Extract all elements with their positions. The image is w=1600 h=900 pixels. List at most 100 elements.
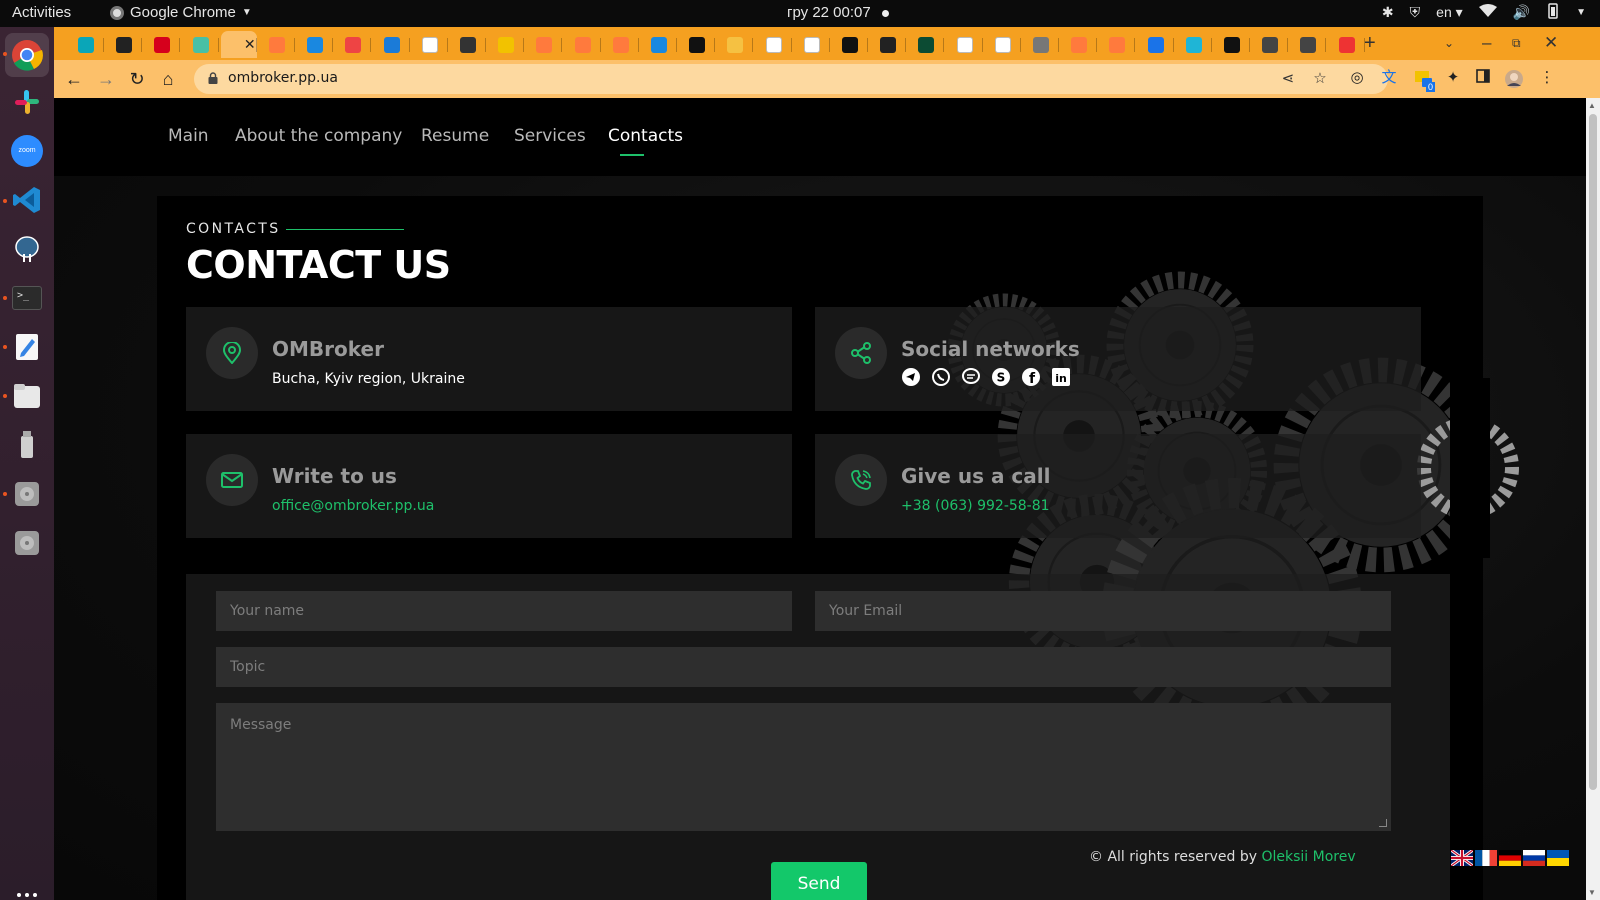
dock-disk-1[interactable] <box>9 476 45 512</box>
dock-text-editor[interactable] <box>9 329 45 365</box>
browser-tab[interactable] <box>1329 31 1365 58</box>
scroll-down-arrow-icon[interactable]: ▼ <box>1588 888 1596 897</box>
slack-tray-icon[interactable]: ✱ <box>1382 4 1394 21</box>
browser-tab[interactable] <box>565 31 601 58</box>
skype-icon[interactable]: S <box>991 367 1011 387</box>
browser-tab[interactable] <box>1023 31 1059 58</box>
linkedin-icon[interactable]: in <box>1051 367 1071 387</box>
ukraine-flag-icon[interactable] <box>1547 850 1569 866</box>
browser-tab[interactable] <box>297 31 334 58</box>
browser-tab[interactable] <box>1099 31 1136 58</box>
google-translate-icon[interactable]: 文 <box>1380 69 1398 87</box>
volume-icon[interactable]: 🔊 <box>1513 4 1530 21</box>
browser-tab[interactable] <box>947 31 983 58</box>
uk-flag-icon[interactable] <box>1451 850 1473 866</box>
browser-tab[interactable] <box>1214 31 1250 58</box>
nav-resume[interactable]: Resume <box>421 126 489 146</box>
browser-tab[interactable] <box>794 31 830 58</box>
browser-tab[interactable] <box>526 31 563 58</box>
browser-tab[interactable] <box>1290 31 1327 58</box>
russia-flag-icon[interactable] <box>1523 850 1545 866</box>
forward-button[interactable]: → <box>96 69 116 89</box>
browser-tab[interactable] <box>717 31 754 58</box>
nav-about[interactable]: About the company <box>235 126 402 146</box>
messenger-icon[interactable] <box>961 367 981 387</box>
scroll-up-arrow-icon[interactable]: ▲ <box>1588 101 1596 110</box>
back-button[interactable]: ← <box>64 69 84 89</box>
dock-pgadmin[interactable] <box>9 231 45 267</box>
profile-avatar[interactable] <box>1504 69 1523 88</box>
message-textarea[interactable] <box>216 703 1391 831</box>
browser-tab[interactable] <box>335 31 372 58</box>
dock-disk-2[interactable] <box>9 525 45 561</box>
browser-tab[interactable] <box>870 31 907 58</box>
browser-tab[interactable] <box>374 31 410 58</box>
browser-tab[interactable] <box>603 31 639 58</box>
nav-contacts[interactable]: Contacts <box>608 126 683 146</box>
app-menu[interactable]: Google Chrome ▼ <box>110 4 252 21</box>
battery-icon[interactable] <box>1546 3 1560 22</box>
browser-tab[interactable] <box>412 31 448 58</box>
activities-button[interactable]: Activities <box>12 4 71 21</box>
share-icon[interactable]: ⋖ <box>1280 71 1296 87</box>
translate-extension-icon[interactable]: ◎ <box>1348 69 1366 87</box>
browser-tab[interactable] <box>641 31 677 58</box>
keyboard-layout[interactable]: en ▾ <box>1436 4 1463 21</box>
dock-vscode[interactable] <box>9 182 45 218</box>
tab-search-chevron-icon[interactable]: ⌄ <box>1444 33 1454 53</box>
close-tab-icon[interactable]: ✕ <box>244 36 256 53</box>
browser-tab[interactable] <box>106 31 143 58</box>
address-bar[interactable]: ombroker.pp.ua ⋖ ☆ <box>194 64 1388 94</box>
clock[interactable]: гру 22 00:07 <box>787 4 871 21</box>
nav-services[interactable]: Services <box>514 126 586 146</box>
telegram-icon[interactable] <box>901 367 921 387</box>
browser-tab[interactable] <box>68 31 104 58</box>
dock-zoom[interactable]: zoom <box>9 133 45 169</box>
browser-tab[interactable] <box>450 31 486 58</box>
author-link[interactable]: Oleksii Morev <box>1261 849 1355 865</box>
browser-tab[interactable] <box>832 31 868 58</box>
dock-terminal[interactable]: >_ <box>9 280 45 316</box>
phone-link[interactable]: +38 (063) 992-58-81 <box>901 498 1050 514</box>
url-text[interactable]: ombroker.pp.ua <box>228 70 338 86</box>
restore-window-button[interactable]: ⧉ <box>1512 33 1521 53</box>
topic-input[interactable] <box>216 647 1391 687</box>
bookmark-star-icon[interactable]: ☆ <box>1312 71 1328 87</box>
browser-tab[interactable] <box>1061 31 1098 58</box>
browser-tab[interactable] <box>1138 31 1174 58</box>
send-button[interactable]: Send <box>771 862 867 900</box>
browser-tab[interactable] <box>1252 31 1289 58</box>
browser-tab-active[interactable]: ✕ <box>220 31 257 58</box>
power-menu-chevron-icon[interactable]: ▼ <box>1576 7 1586 18</box>
france-flag-icon[interactable] <box>1475 850 1497 866</box>
home-button[interactable]: ⌂ <box>158 69 178 89</box>
browser-tab[interactable] <box>985 31 1021 58</box>
name-input[interactable] <box>216 591 792 631</box>
side-panel-icon[interactable] <box>1474 69 1492 87</box>
dock-chrome[interactable] <box>5 33 49 77</box>
email-link[interactable]: office@ombroker.pp.ua <box>272 498 434 514</box>
dock-slack[interactable] <box>9 84 45 120</box>
dock-files[interactable] <box>9 378 45 414</box>
minimize-window-button[interactable]: – <box>1482 33 1491 53</box>
shield-tray-icon[interactable]: ⛨ <box>1410 4 1421 21</box>
textarea-resize-grip[interactable] <box>1379 819 1387 827</box>
browser-tab[interactable] <box>183 31 219 58</box>
close-window-button[interactable]: ✕ <box>1544 33 1558 53</box>
browser-tab[interactable] <box>908 31 945 58</box>
show-applications-icon[interactable] <box>17 893 37 900</box>
facebook-icon[interactable]: f <box>1021 367 1041 387</box>
reload-button[interactable]: ↻ <box>127 69 147 89</box>
browser-tab[interactable] <box>756 31 792 58</box>
browser-tab[interactable] <box>1176 31 1212 58</box>
scrollbar-thumb[interactable] <box>1589 114 1597 790</box>
new-tab-button[interactable]: + <box>1364 33 1376 53</box>
germany-flag-icon[interactable] <box>1499 850 1521 866</box>
nav-main[interactable]: Main <box>168 126 209 146</box>
browser-tab[interactable] <box>679 31 716 58</box>
system-tray[interactable]: ✱ ⛨ en ▾ 🔊 ▼ <box>1382 3 1586 22</box>
chrome-menu-icon[interactable]: ⋮ <box>1538 69 1556 87</box>
browser-tab[interactable] <box>488 31 525 58</box>
wifi-icon[interactable] <box>1478 4 1497 21</box>
browser-tab[interactable] <box>259 31 295 58</box>
